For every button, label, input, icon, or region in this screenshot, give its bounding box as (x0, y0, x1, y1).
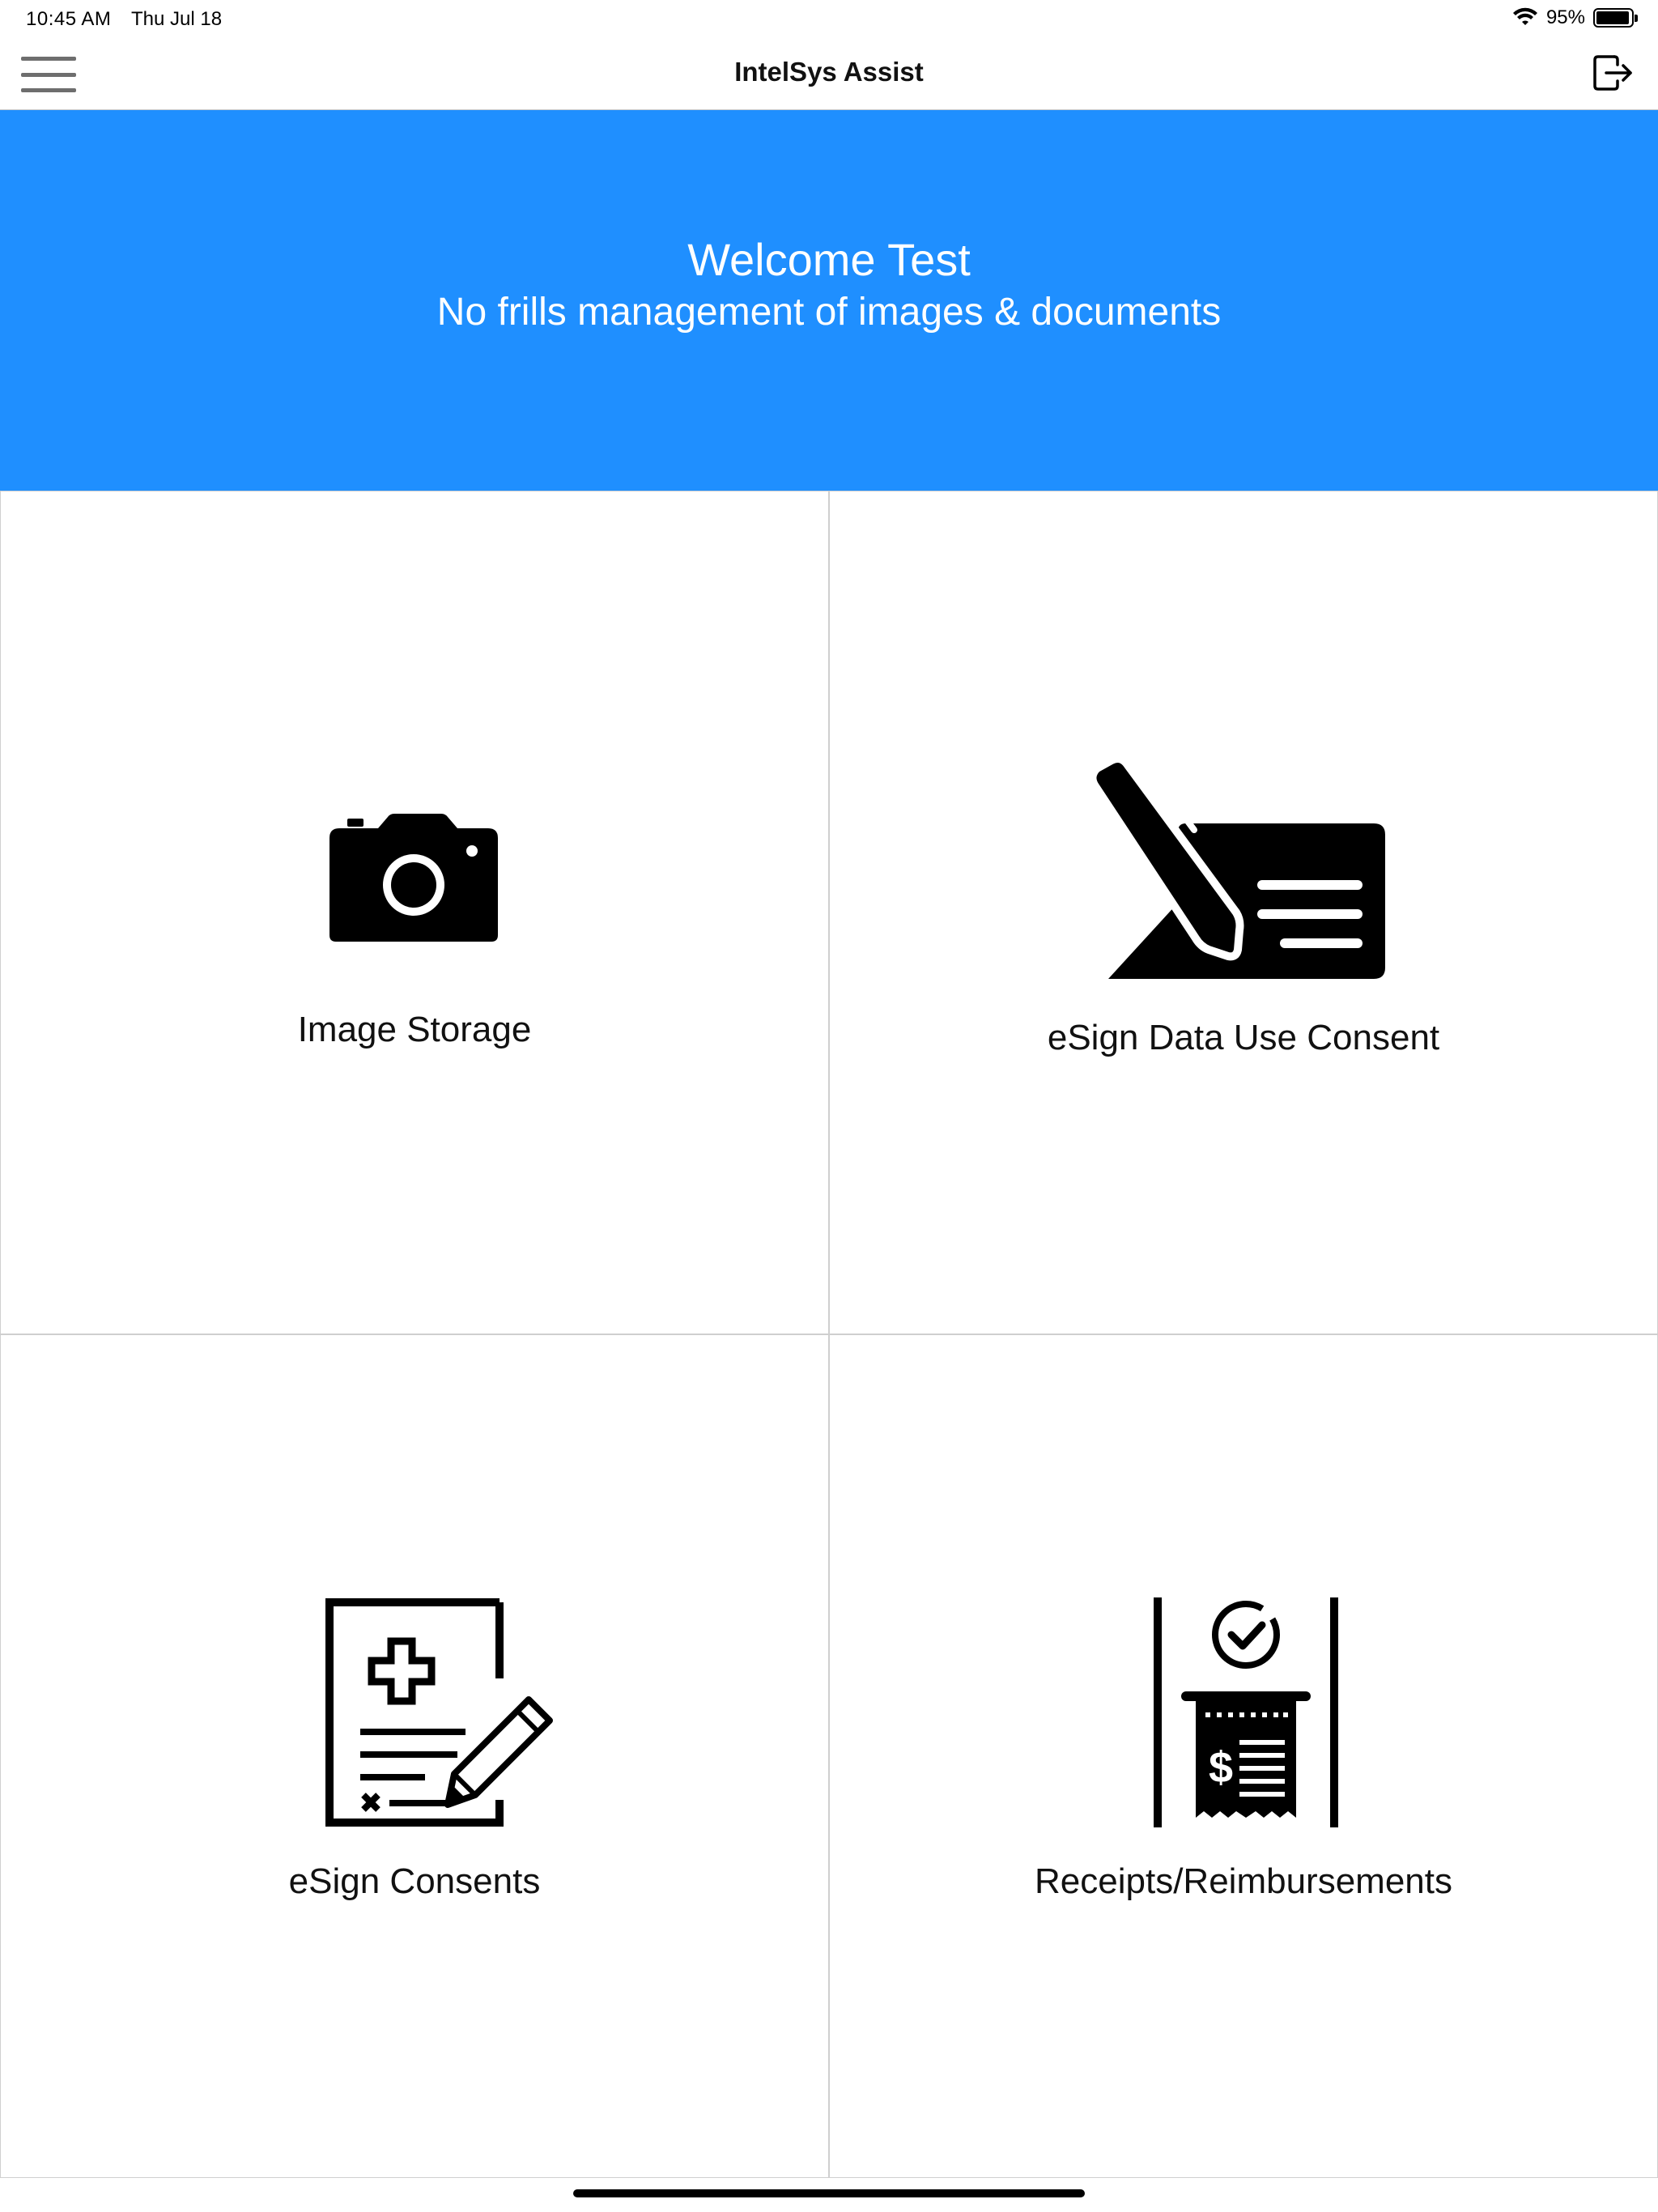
home-indicator[interactable] (573, 2189, 1085, 2197)
status-date: Thu Jul 18 (131, 8, 223, 30)
medical-document-sign-icon (325, 1598, 553, 1827)
tile-label: Receipts/Reimbursements (1035, 1861, 1452, 1901)
receipt-icon: $ (1154, 1597, 1338, 1827)
status-time: 10:45 AM (26, 8, 112, 30)
svg-text:$: $ (1209, 1743, 1233, 1792)
tile-label: eSign Data Use Consent (1047, 1018, 1440, 1057)
tile-label: Image Storage (297, 1010, 532, 1049)
tile-esign-consents[interactable]: eSign Consents (0, 1334, 829, 2178)
welcome-title: Welcome Test (687, 234, 971, 285)
tile-esign-data-use-consent[interactable]: eSign Data Use Consent (829, 491, 1658, 1334)
status-indicators: 95% (1512, 6, 1638, 29)
tile-receipts-reimbursements[interactable]: $ Receipts/Reimbursements (829, 1334, 1658, 2178)
wifi-icon (1512, 7, 1537, 25)
welcome-subtitle: No frills management of images & documen… (436, 291, 1222, 334)
welcome-banner: Welcome Test No frills management of ima… (0, 110, 1658, 491)
navigation-bar: IntelSys Assist (0, 39, 1658, 110)
page-title: IntelSys Assist (734, 57, 924, 87)
battery-icon (1593, 8, 1638, 28)
feature-grid: Image Storage eSign Data Use Consent eSi… (0, 491, 1658, 2178)
battery-percentage: 95% (1545, 6, 1585, 28)
camera-icon (329, 814, 498, 942)
logout-icon[interactable] (1590, 50, 1635, 96)
tile-label: eSign Consents (288, 1861, 541, 1901)
status-bar: 10:45 AM Thu Jul 18 95% (0, 0, 1658, 39)
signature-pen-icon (1089, 759, 1385, 979)
tile-image-storage[interactable]: Image Storage (0, 491, 829, 1334)
